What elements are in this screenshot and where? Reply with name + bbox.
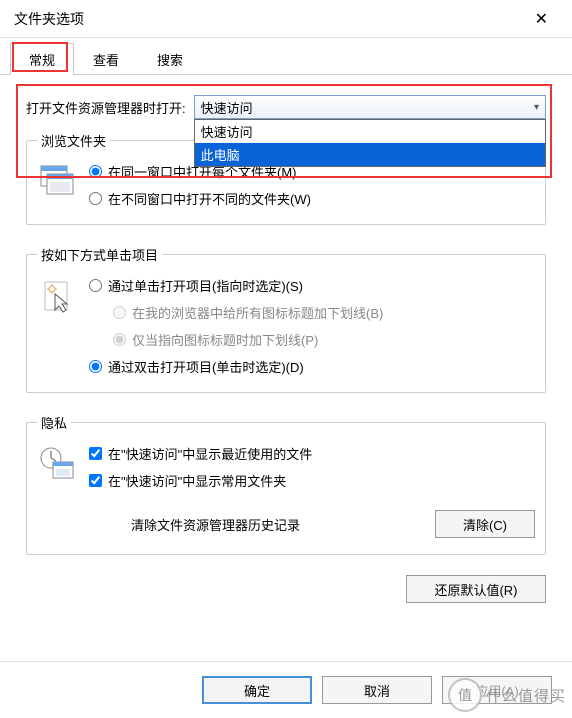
open-explorer-combo[interactable]: 快速访问 ▾ xyxy=(194,95,546,119)
tab-search[interactable]: 搜索 xyxy=(138,43,202,75)
radio-underline-all-input xyxy=(113,306,126,319)
radio-double-click-input[interactable] xyxy=(89,360,102,373)
open-explorer-dropdown: 快速访问 此电脑 xyxy=(194,119,546,167)
content-area: 打开文件资源管理器时打开: 快速访问 ▾ 快速访问 此电脑 浏览文件夹 在同一窗… xyxy=(0,75,572,623)
dropdown-option-quick[interactable]: 快速访问 xyxy=(195,120,545,143)
tab-bar: 常规 查看 搜索 xyxy=(0,42,572,75)
chevron-down-icon: ▾ xyxy=(534,102,539,113)
restore-row: 还原默认值(R) xyxy=(26,575,546,603)
open-explorer-row: 打开文件资源管理器时打开: 快速访问 ▾ 快速访问 此电脑 xyxy=(26,95,546,119)
open-explorer-label: 打开文件资源管理器时打开: xyxy=(26,98,186,117)
radio-diff-window[interactable]: 在不同窗口中打开不同的文件夹(W) xyxy=(89,189,311,208)
window-stack-icon xyxy=(37,162,77,202)
watermark-text: 什么值得买 xyxy=(486,685,566,706)
checkbox-recent-files-input[interactable] xyxy=(89,447,102,460)
radio-single-click[interactable]: 通过单击打开项目(指向时选定)(S) xyxy=(89,276,383,295)
radio-underline-all: 在我的浏览器中给所有图标标题加下划线(B) xyxy=(113,303,383,322)
clear-history-label: 清除文件资源管理器历史记录 xyxy=(131,515,300,534)
privacy-fieldset: 隐私 在"快速访问"中显示最近使用的文件 在"快速访问"中显示常用文件夹 清除文… xyxy=(26,413,546,555)
ok-button[interactable]: 确定 xyxy=(202,676,312,704)
clock-history-icon xyxy=(37,444,77,484)
radio-double-click[interactable]: 通过双击打开项目(单击时选定)(D) xyxy=(89,357,383,376)
tab-view[interactable]: 查看 xyxy=(74,43,138,75)
dropdown-option-pc[interactable]: 此电脑 xyxy=(195,143,545,166)
cursor-click-icon xyxy=(37,276,77,316)
checkbox-recent-files[interactable]: 在"快速访问"中显示最近使用的文件 xyxy=(89,444,535,463)
combo-selected: 快速访问 xyxy=(201,98,253,117)
click-fieldset: 按如下方式单击项目 通过单击打开项目(指向时选定)(S) 在我的浏览器中给所有图… xyxy=(26,245,546,393)
window-title: 文件夹选项 xyxy=(14,9,84,29)
radio-same-window-input[interactable] xyxy=(89,165,102,178)
close-icon[interactable]: ✕ xyxy=(525,5,558,33)
cancel-button[interactable]: 取消 xyxy=(322,676,432,704)
radio-single-click-input[interactable] xyxy=(89,279,102,292)
watermark-icon: 值 xyxy=(448,678,482,712)
tab-general[interactable]: 常规 xyxy=(10,43,74,75)
radio-underline-point-input xyxy=(113,333,126,346)
click-legend: 按如下方式单击项目 xyxy=(37,245,162,264)
browse-legend: 浏览文件夹 xyxy=(37,131,110,150)
checkbox-frequent-folders[interactable]: 在"快速访问"中显示常用文件夹 xyxy=(89,471,535,490)
watermark: 值 什么值得买 xyxy=(448,678,566,712)
checkbox-frequent-folders-input[interactable] xyxy=(89,474,102,487)
restore-defaults-button[interactable]: 还原默认值(R) xyxy=(406,575,546,603)
open-explorer-combo-wrap: 快速访问 ▾ 快速访问 此电脑 xyxy=(194,95,546,119)
clear-button[interactable]: 清除(C) xyxy=(435,510,535,538)
privacy-legend: 隐私 xyxy=(37,413,71,432)
radio-diff-window-input[interactable] xyxy=(89,192,102,205)
clear-history-row: 清除文件资源管理器历史记录 清除(C) xyxy=(131,510,535,538)
radio-underline-point: 仅当指向图标标题时加下划线(P) xyxy=(113,330,383,349)
titlebar: 文件夹选项 ✕ xyxy=(0,0,572,38)
